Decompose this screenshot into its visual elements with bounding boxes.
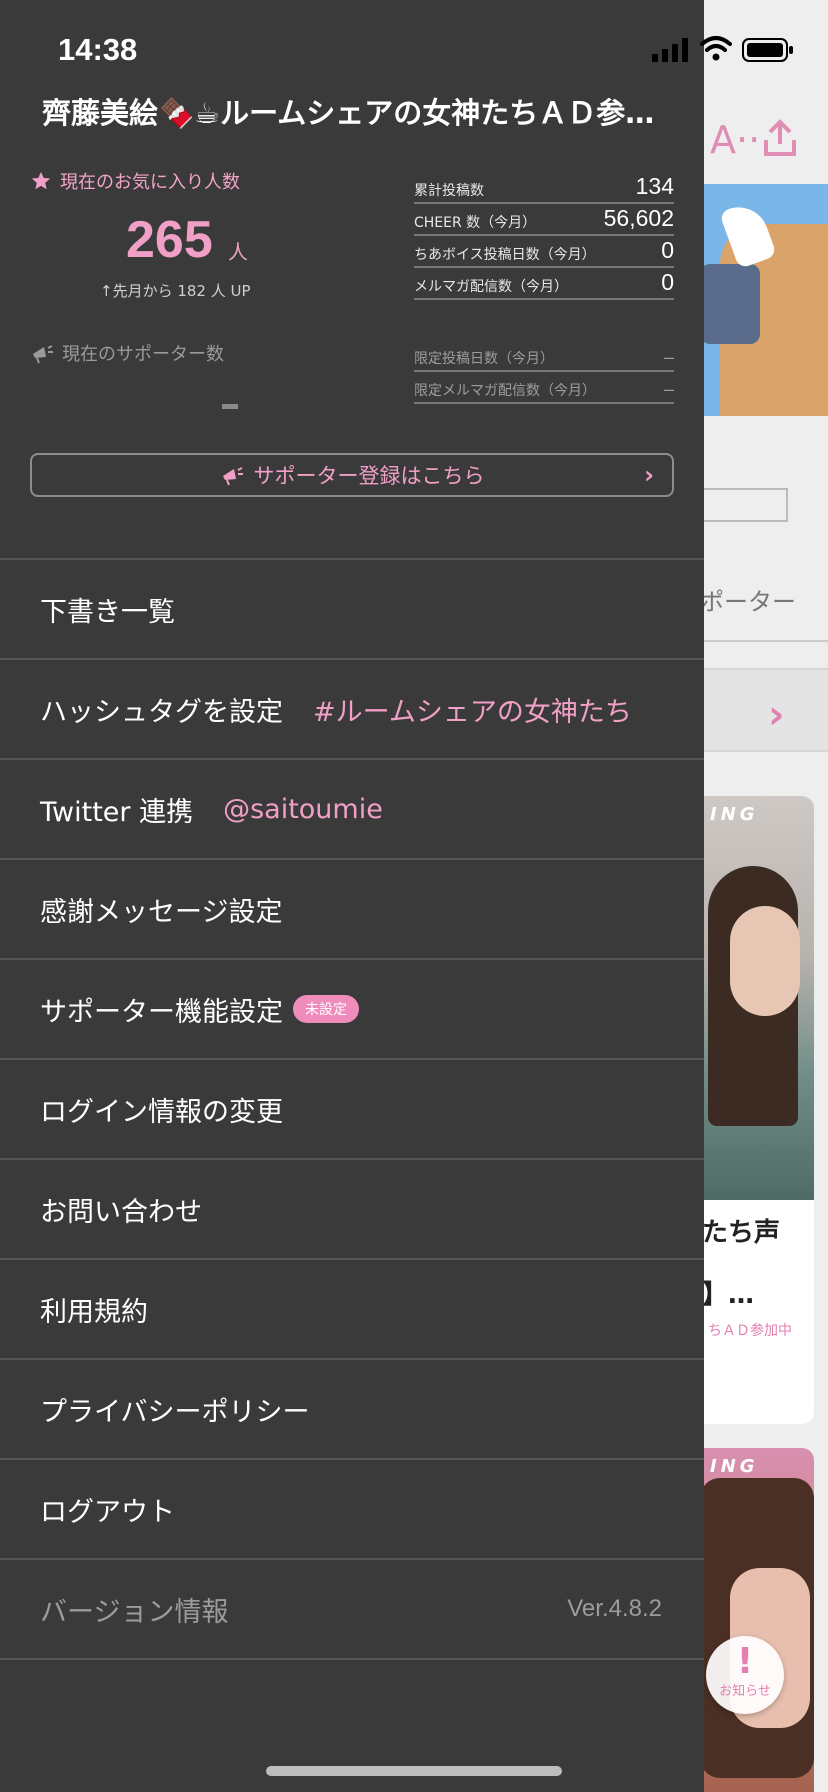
version-value: Ver.4.8.2 xyxy=(567,1595,662,1622)
menu-item-label: プライバシーポリシー xyxy=(40,1396,310,1428)
card-title: 】… xyxy=(702,1280,755,1310)
stat-row: 限定メルマガ配信数（今月） – xyxy=(414,372,674,404)
link-band[interactable] xyxy=(700,668,828,752)
chevron-right-icon[interactable]: › xyxy=(768,692,784,738)
card-title: たち声 xyxy=(702,1218,781,1248)
chevron-right-icon: › xyxy=(644,461,654,489)
stat-row: CHEER 数（今月） 56,602 xyxy=(414,204,674,236)
menu-item-label: ハッシュタグを設定 xyxy=(40,696,283,728)
menu-item-version: バージョン情報 Ver.4.8.2 xyxy=(0,1560,704,1660)
stat-row: 累計投稿数 134 xyxy=(414,172,674,204)
menu-item-label: 利用規約 xyxy=(40,1296,148,1328)
megaphone-icon xyxy=(222,467,243,486)
supporters-count-empty xyxy=(222,404,238,409)
ranking-ribbon: ING xyxy=(710,1456,759,1477)
menu-item-label: サポーター機能設定 xyxy=(40,996,283,1028)
favorites-unit: 人 xyxy=(228,240,248,264)
side-drawer: 齊藤美絵🍫☕ルームシェアの女神たちＡＤ参… 現在のお気に入り人数 265 人 ↑… xyxy=(0,0,704,1792)
stats-table: 累計投稿数 134 CHEER 数（今月） 56,602 ちあボイス投稿日数（今… xyxy=(414,172,674,300)
notice-button[interactable]: ! お知らせ xyxy=(706,1636,784,1714)
favorites-label: 現在のお気に入り人数 xyxy=(30,168,240,194)
stat-label: ちあボイス投稿日数（今月） xyxy=(414,247,596,263)
star-icon xyxy=(31,171,51,190)
favorites-count: 265 xyxy=(126,211,213,269)
status-time: 14:38 xyxy=(58,32,138,67)
stat-value: – xyxy=(663,379,674,399)
supporters-label: 現在のサポーター数 xyxy=(30,340,224,366)
exclamation-icon: ! xyxy=(736,1641,754,1682)
stat-row: メルマガ配信数（今月） 0 xyxy=(414,268,674,300)
stat-label: 限定投稿日数（今月） xyxy=(414,351,554,367)
stat-label: 累計投稿数 xyxy=(414,183,484,199)
favorites-label-text: 現在のお気に入り人数 xyxy=(60,172,240,193)
menu-item-thanks-message[interactable]: 感謝メッセージ設定 xyxy=(0,860,704,960)
supporter-tab[interactable]: ポーター xyxy=(700,582,796,617)
menu-item-hashtag[interactable]: ハッシュタグを設定 #ルームシェアの女神たち xyxy=(0,660,704,760)
limited-stats-table: 限定投稿日数（今月） – 限定メルマガ配信数（今月） – xyxy=(414,340,674,404)
menu-item-drafts[interactable]: 下書き一覧 xyxy=(0,560,704,660)
stat-value: 0 xyxy=(661,237,674,263)
ranking-card[interactable]: ING xyxy=(700,1448,814,1792)
menu-item-label: 下書き一覧 xyxy=(40,596,175,628)
menu-item-label: ログイン情報の変更 xyxy=(40,1096,283,1128)
megaphone-icon xyxy=(33,345,53,364)
menu-item-privacy[interactable]: プライバシーポリシー xyxy=(0,1360,704,1460)
menu-item-label: ログアウト xyxy=(40,1496,175,1528)
share-icon[interactable] xyxy=(762,118,798,158)
supporter-register-button[interactable]: サポーター登録はこちら › xyxy=(30,453,674,497)
menu-item-terms[interactable]: 利用規約 xyxy=(0,1260,704,1360)
drawer-title: 齊藤美絵🍫☕ルームシェアの女神たちＡＤ参… xyxy=(42,96,655,130)
divider xyxy=(700,640,828,642)
cellular-signal-icon xyxy=(652,38,688,62)
menu-item-label: 感謝メッセージ設定 xyxy=(40,896,283,928)
ranking-card[interactable]: ING たち声 】… ちＡＤ参加中 xyxy=(700,796,814,1424)
card-tag: ちＡＤ参加中 xyxy=(708,1323,792,1339)
ranking-ribbon: ING xyxy=(710,804,759,825)
notice-label: お知らせ xyxy=(719,1684,771,1699)
stat-label: 限定メルマガ配信数（今月） xyxy=(414,383,596,399)
stat-row: 限定投稿日数（今月） – xyxy=(414,340,674,372)
supporters-label-text: 現在のサポーター数 xyxy=(62,344,224,365)
menu-item-label: Twitter 連携 xyxy=(40,796,194,828)
stat-value: 134 xyxy=(635,173,674,199)
drawer-menu: 下書き一覧 ハッシュタグを設定 #ルームシェアの女神たち Twitter 連携 … xyxy=(0,558,704,1660)
stat-value: 0 xyxy=(661,269,674,295)
banner-image[interactable] xyxy=(700,184,828,416)
menu-item-label: お問い合わせ xyxy=(40,1196,202,1228)
home-indicator[interactable] xyxy=(266,1766,562,1776)
stat-row: ちあボイス投稿日数（今月） 0 xyxy=(414,236,674,268)
menu-item-contact[interactable]: お問い合わせ xyxy=(0,1160,704,1260)
stat-label: CHEER 数（今月） xyxy=(414,215,537,231)
menu-item-twitter[interactable]: Twitter 連携 @saitoumie xyxy=(0,760,704,860)
menu-item-login-info[interactable]: ログイン情報の変更 xyxy=(0,1060,704,1160)
search-input[interactable] xyxy=(700,488,788,522)
status-badge: 未設定 xyxy=(293,995,359,1023)
header-font-icon[interactable]: A·· xyxy=(710,118,760,162)
stat-value: – xyxy=(663,347,674,367)
wifi-icon xyxy=(700,36,732,61)
stat-label: メルマガ配信数（今月） xyxy=(414,279,568,295)
menu-item-logout[interactable]: ログアウト xyxy=(0,1460,704,1560)
supporter-register-label: サポーター登録はこちら xyxy=(253,464,485,488)
favorites-change: ↑先月から 182 人 UP xyxy=(100,282,251,300)
menu-item-label: バージョン情報 xyxy=(40,1596,229,1628)
hashtag-value: #ルームシェアの女神たち xyxy=(313,696,632,728)
twitter-handle: @saitoumie xyxy=(223,793,383,825)
battery-icon xyxy=(742,38,793,62)
stat-value: 56,602 xyxy=(603,205,674,231)
status-bar: 14:38 xyxy=(0,0,828,96)
menu-item-supporter-settings[interactable]: サポーター機能設定 未設定 xyxy=(0,960,704,1060)
